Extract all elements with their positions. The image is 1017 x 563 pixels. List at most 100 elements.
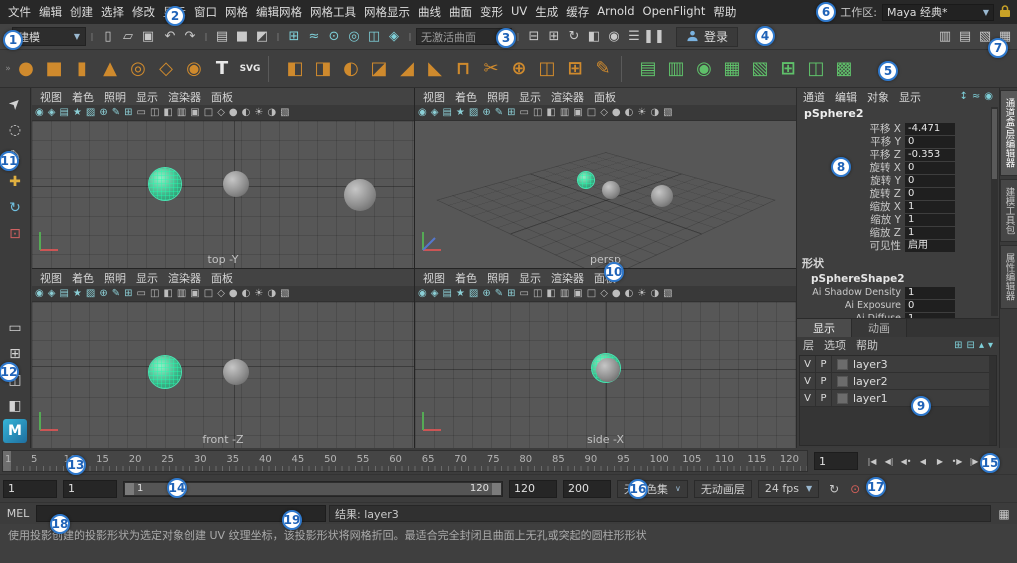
menu-item[interactable]: 编辑	[35, 4, 66, 20]
sphere[interactable]	[602, 181, 620, 199]
layer-menu-item[interactable]: 层	[803, 337, 814, 353]
channel-value-field[interactable]: -0.353	[905, 148, 955, 161]
menu-item[interactable]: 显示	[159, 4, 190, 20]
quad-draw-icon[interactable]: ⊞	[561, 54, 589, 84]
render-frame-icon[interactable]: ◧	[584, 27, 604, 47]
layer-row[interactable]: V P layer1	[800, 390, 996, 407]
group-divider[interactable]: ❘	[406, 32, 414, 41]
safe-title-icon[interactable]: □	[587, 288, 596, 299]
workspace-dropdown[interactable]: Maya 经典* ▼	[882, 3, 994, 21]
channel-value-field[interactable]: 1	[905, 286, 955, 299]
poly-cone-icon[interactable]: ▲	[96, 54, 124, 84]
image-plane-icon[interactable]: ▨	[86, 288, 95, 299]
outliner-split-layout-icon[interactable]: ◧	[2, 393, 28, 418]
shadows-icon[interactable]: ◑	[650, 107, 659, 118]
lights-icon[interactable]: ☀	[637, 107, 646, 118]
viewport-menu-item[interactable]: 面板	[206, 270, 238, 286]
extrude-icon[interactable]: ◢	[393, 54, 421, 84]
xray-icon[interactable]: ▧	[663, 288, 672, 299]
paint-select-tool-icon[interactable]: ✎	[2, 143, 28, 168]
layer-color-swatch[interactable]	[837, 358, 848, 370]
textured-icon[interactable]: ◐	[242, 107, 251, 118]
lock-icon[interactable]	[999, 4, 1011, 21]
shaded-icon[interactable]: ●	[612, 288, 621, 299]
snap-view-plane-icon[interactable]: ◫	[364, 27, 384, 47]
camera-attributes-icon[interactable]: ▤	[59, 107, 68, 118]
shaded-icon[interactable]: ●	[229, 288, 238, 299]
channel-value-field[interactable]: -4.471	[905, 122, 955, 135]
select-camera-icon[interactable]: ◉	[418, 107, 427, 118]
film-gate-icon[interactable]: ▭	[519, 107, 528, 118]
range-end-handle[interactable]	[492, 482, 501, 495]
viewport-menu-item[interactable]: 显示	[131, 89, 163, 105]
menu-item[interactable]: UV	[507, 4, 531, 18]
command-input[interactable]	[36, 505, 326, 522]
viewport-menu-item[interactable]: 照明	[482, 89, 514, 105]
viewport-canvas-side[interactable]: side -X	[415, 302, 796, 448]
select-camera-icon[interactable]: ◉	[35, 107, 44, 118]
layout-uv-icon[interactable]: ▩	[830, 54, 858, 84]
image-plane-icon[interactable]: ▨	[469, 107, 478, 118]
lock-camera-icon[interactable]: ◈	[48, 288, 56, 299]
construction-history-icon[interactable]: ↻	[564, 27, 584, 47]
select-camera-icon[interactable]: ◉	[418, 288, 427, 299]
grease-pencil-icon[interactable]: ✎	[495, 107, 503, 118]
viewport-canvas-front[interactable]: front -Z	[32, 302, 414, 448]
mirror-icon[interactable]: ◫	[533, 54, 561, 84]
select-component-icon[interactable]: ◩	[252, 27, 272, 47]
layer-playback-toggle[interactable]: P	[816, 356, 832, 372]
current-time-field[interactable]: 1	[814, 452, 858, 470]
lights-icon[interactable]: ☀	[637, 288, 646, 299]
gate-mask-icon[interactable]: ◧	[546, 288, 555, 299]
group-divider[interactable]: ❘	[202, 32, 210, 41]
channel-manipulator-icon[interactable]: ↕	[959, 91, 967, 102]
viewport-canvas-top[interactable]: top -Y	[32, 121, 414, 268]
channel-box-node-name[interactable]: pSphere2	[797, 105, 999, 122]
shaded-icon[interactable]: ●	[229, 107, 238, 118]
scale-tool-icon[interactable]: ⊡	[2, 221, 28, 246]
viewport-menu-item[interactable]: 着色	[67, 270, 99, 286]
channel-box-menu-item[interactable]: 显示	[899, 89, 927, 105]
layer-menu-item[interactable]: 帮助	[856, 337, 878, 353]
shadows-icon[interactable]: ◑	[267, 288, 276, 299]
separate-icon[interactable]: ◨	[309, 54, 337, 84]
collapse-handle-icon[interactable]: »	[2, 32, 10, 42]
layer-color-swatch[interactable]	[837, 375, 848, 387]
viewport-pane-front[interactable]: 视图 着色 照明 显示 渲染器 面板 ◉ ◈ ▤ ★ ▨ ⊕ ✎ ⊞ ▭ ◫ ◧ ▥ ▣ □ ◇ ● ◐ ☀ ◑ ▧ front…	[32, 269, 414, 448]
go-to-start-button[interactable]: |◀	[864, 452, 880, 470]
channel-value-field[interactable]: 0	[905, 174, 955, 187]
planar-mapping-icon[interactable]: ▤	[634, 54, 662, 84]
viewport-menu-item[interactable]: 视图	[418, 89, 450, 105]
toggle-channel-box-icon[interactable]: ▧	[975, 27, 995, 47]
xray-icon[interactable]: ▧	[280, 107, 289, 118]
menu-item[interactable]: 网格显示	[360, 4, 414, 20]
viewport-menu-item[interactable]: 照明	[99, 270, 131, 286]
loop-playback-icon[interactable]: ↻	[825, 480, 843, 498]
poly-sphere-icon[interactable]: ●	[12, 54, 40, 84]
channel-box-menu-item[interactable]: 编辑	[835, 89, 863, 105]
layer-color-swatch[interactable]	[837, 392, 848, 404]
sphere-selected[interactable]	[149, 168, 181, 200]
animation-preferences-icon[interactable]: ☰	[867, 480, 885, 498]
collapse-handle-icon[interactable]: »	[4, 64, 12, 74]
shadows-icon[interactable]: ◑	[267, 107, 276, 118]
layer-visibility-toggle[interactable]: V	[800, 356, 816, 372]
layer-list-scrollbar[interactable]	[989, 356, 996, 445]
playback-start-field[interactable]: 1	[63, 479, 117, 498]
film-gate-icon[interactable]: ▭	[519, 288, 528, 299]
viewport-menu-item[interactable]: 渲染器	[163, 270, 206, 286]
menu-item[interactable]: 曲线	[414, 4, 445, 20]
type-tool-icon[interactable]: T	[208, 54, 236, 84]
tab-attribute-editor[interactable]: 属性编辑器	[999, 245, 1017, 309]
layer-playback-toggle[interactable]: P	[816, 390, 832, 406]
poly-plane-icon[interactable]: ◇	[152, 54, 180, 84]
snap-projected-center-icon[interactable]: ◎	[344, 27, 364, 47]
poly-torus-icon[interactable]: ◎	[124, 54, 152, 84]
bookmark-icon[interactable]: ★	[456, 107, 465, 118]
play-backwards-button[interactable]: ◀	[915, 452, 931, 470]
grid-toggle-icon[interactable]: ⊞	[507, 288, 515, 299]
gate-mask-icon[interactable]: ◧	[546, 107, 555, 118]
menu-set-dropdown[interactable]: 建模 ▼	[12, 27, 86, 46]
grid-toggle-icon[interactable]: ⊞	[124, 107, 132, 118]
fps-dropdown[interactable]: 24 fps ▼	[757, 479, 820, 498]
